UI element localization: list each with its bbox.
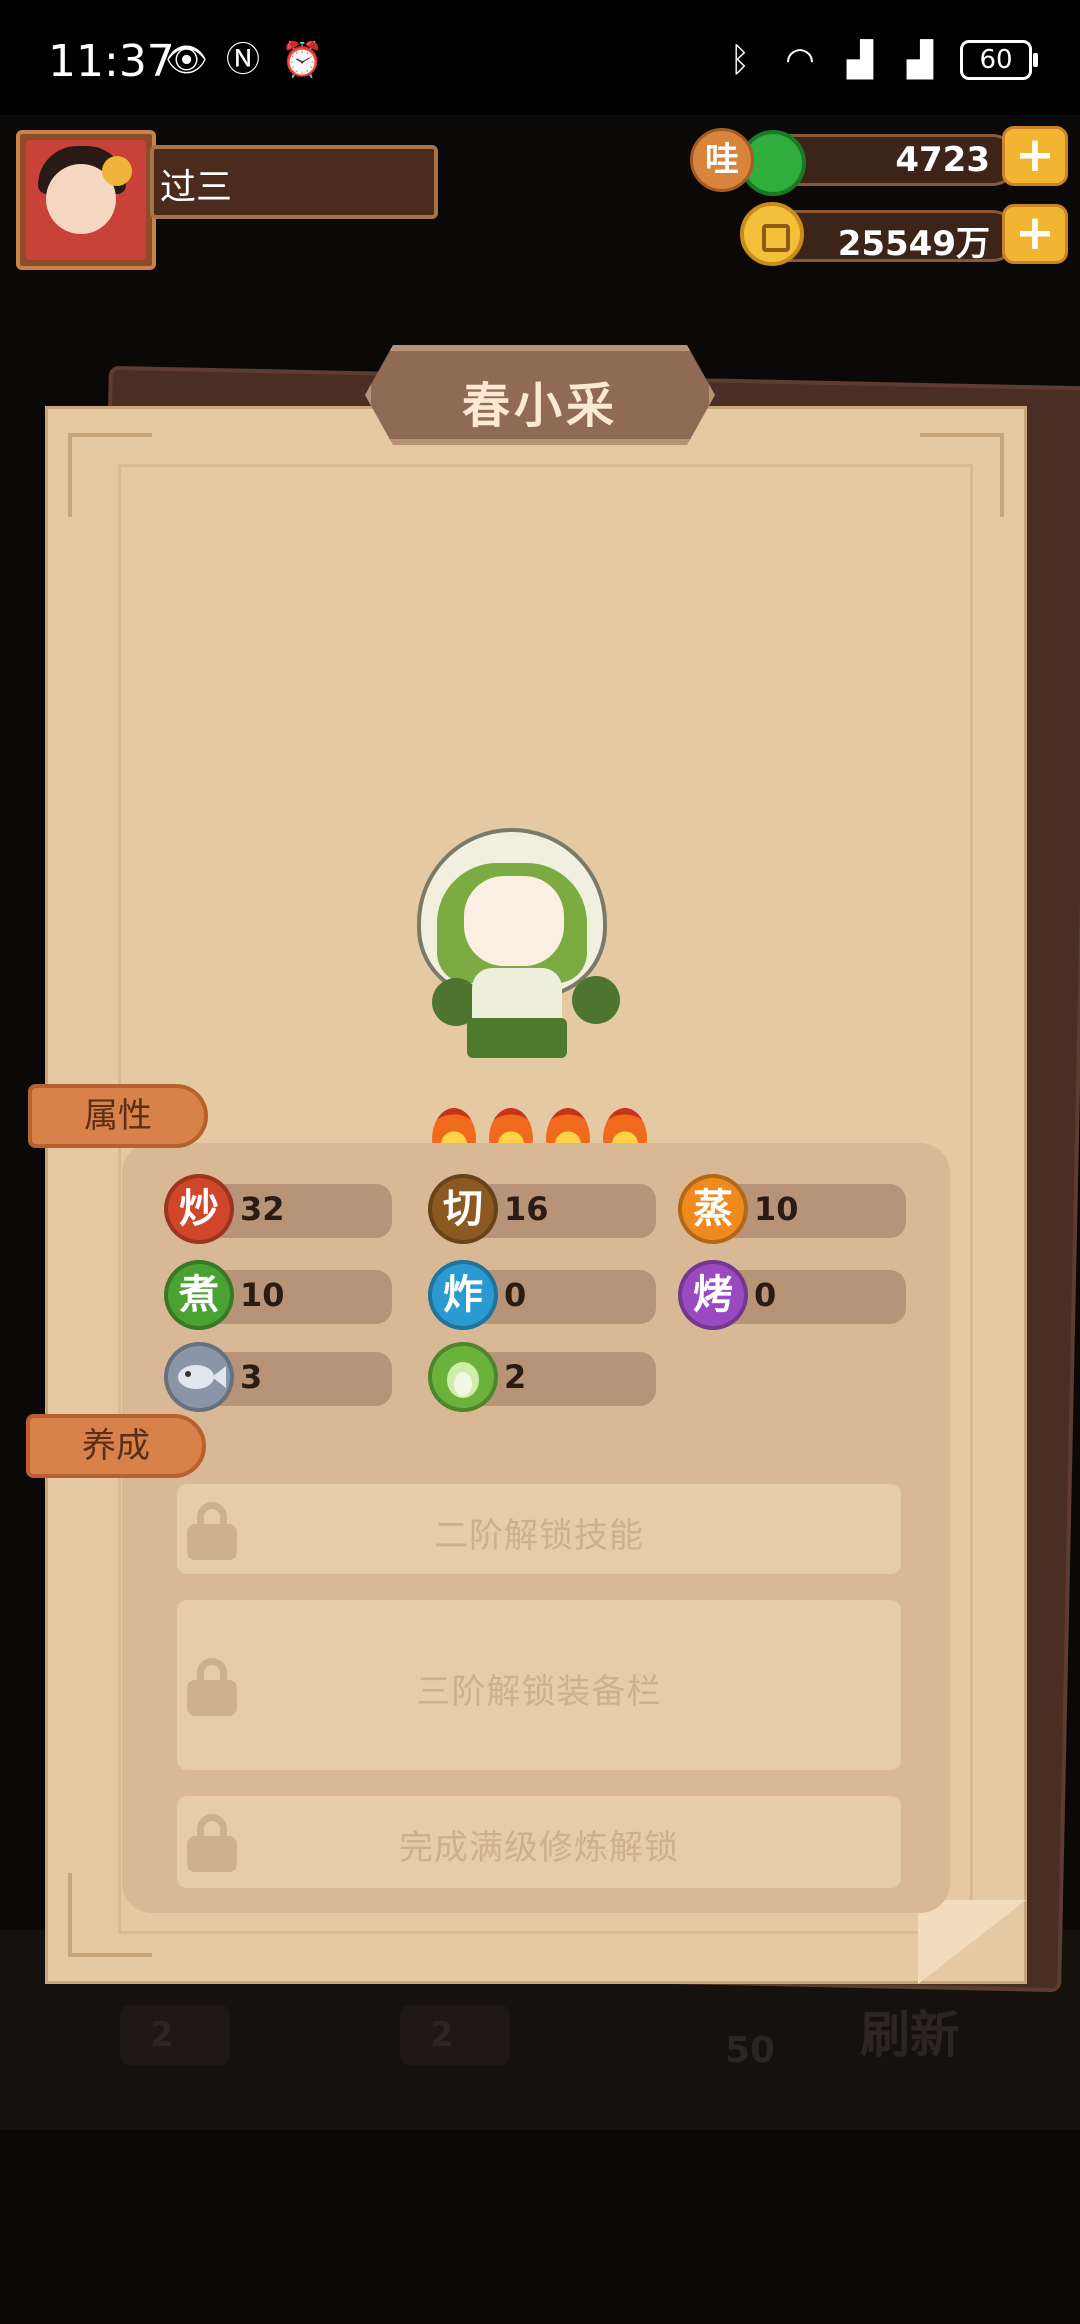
nfc-icon: Ⓝ xyxy=(226,40,260,80)
wifi-icon: ◠ xyxy=(785,40,815,80)
stat-value: 16 xyxy=(504,1190,549,1228)
stat-value: 32 xyxy=(240,1190,285,1228)
add-jade-button[interactable]: + xyxy=(1002,126,1068,186)
stat-value: 0 xyxy=(504,1276,527,1314)
deep-fry-icon: 炸 xyxy=(428,1260,498,1330)
background-count: 50 xyxy=(725,2030,776,2071)
player-avatar[interactable] xyxy=(16,130,156,270)
roast-icon: 烤 xyxy=(678,1260,748,1330)
stat-value: 10 xyxy=(240,1276,285,1314)
locked-label: 三阶解锁装备栏 xyxy=(416,1672,662,1712)
locked-training-slot[interactable]: 完成满级修炼解锁 xyxy=(177,1796,901,1888)
add-coin-button[interactable]: + xyxy=(1002,204,1068,264)
jade-badge-icon: 哇 xyxy=(690,128,754,192)
player-name: 过三 xyxy=(160,167,233,208)
battery-icon: 60 xyxy=(960,40,1038,80)
signal-icon: ▟ xyxy=(846,40,874,80)
boil-icon: 煮 xyxy=(164,1260,234,1330)
eye-icon: 👁 xyxy=(165,40,209,80)
background-count: 2 xyxy=(430,2015,454,2055)
jade-amount: 4723 xyxy=(895,140,990,180)
locked-equipment-slot[interactable]: 三阶解锁装备栏 xyxy=(177,1600,901,1770)
character-face xyxy=(464,876,564,966)
corner-ornament xyxy=(68,433,152,517)
background-count: 2 xyxy=(150,2015,174,2055)
tab-cultivation[interactable]: 养成 xyxy=(26,1414,206,1478)
fish-icon xyxy=(164,1342,234,1412)
stat-value: 0 xyxy=(754,1276,777,1314)
corner-ornament xyxy=(920,433,1004,517)
locked-skill-slot[interactable]: 二阶解锁技能 xyxy=(177,1484,901,1574)
stat-value: 10 xyxy=(754,1190,799,1228)
locked-label: 二阶解锁技能 xyxy=(434,1516,644,1556)
battery-level: 60 xyxy=(979,45,1013,75)
stir-fry-icon: 炒 xyxy=(164,1174,234,1244)
character-skirt xyxy=(467,1018,567,1058)
stat-value: 3 xyxy=(240,1358,263,1396)
bluetooth-icon: ᛒ xyxy=(729,40,751,80)
avatar-badge-icon xyxy=(102,156,132,186)
coin-amount: 25549万 xyxy=(837,224,990,264)
signal-icon: ▟ xyxy=(906,40,934,80)
tab-attributes[interactable]: 属性 xyxy=(28,1084,208,1148)
alarm-icon: ⏰ xyxy=(281,40,324,80)
status-time: 11:37 xyxy=(48,36,175,87)
steam-icon: 蒸 xyxy=(678,1174,748,1244)
locked-label: 完成满级修炼解锁 xyxy=(399,1828,679,1868)
character-portrait[interactable] xyxy=(412,828,627,1068)
background-slot xyxy=(400,2005,510,2065)
character-pompom xyxy=(572,976,620,1024)
background-slot xyxy=(120,2005,230,2065)
character-name: 春小采 xyxy=(461,378,618,434)
cut-icon: 切 xyxy=(428,1174,498,1244)
stat-value: 2 xyxy=(504,1358,527,1396)
background-refresh: 刷新 xyxy=(860,2006,960,2064)
status-bar: 11:37 👁 Ⓝ ⏰ ᛒ ◠ ▟ ▟ 60 xyxy=(0,0,1080,115)
cabbage-icon xyxy=(428,1342,498,1412)
coin-icon xyxy=(740,202,804,266)
